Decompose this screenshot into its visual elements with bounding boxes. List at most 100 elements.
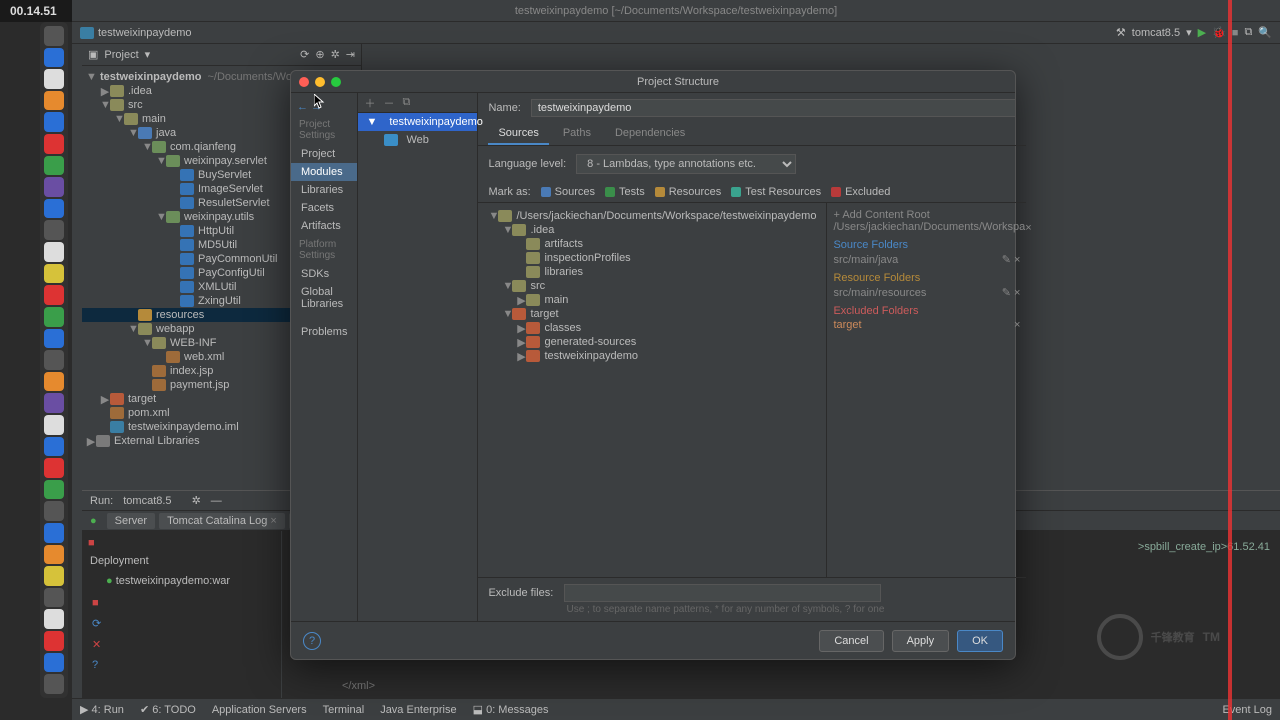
- artifact-node[interactable]: ● testweixinpaydemo:war: [86, 571, 277, 591]
- tree-item[interactable]: main: [142, 113, 166, 125]
- gear-icon[interactable]: ✲: [331, 48, 340, 61]
- stop-icon[interactable]: ■: [88, 537, 95, 549]
- dock-icon[interactable]: [44, 588, 64, 608]
- status-todo[interactable]: ✔ 6: TODO: [140, 703, 196, 716]
- close-icon[interactable]: ×: [1025, 222, 1031, 234]
- add-icon[interactable]: ＋: [364, 95, 375, 111]
- dock-icon[interactable]: [44, 220, 64, 240]
- dock-icon[interactable]: [44, 458, 64, 478]
- module-item[interactable]: ▼testweixinpaydemo: [358, 113, 477, 131]
- status-appservers[interactable]: Application Servers: [212, 704, 307, 716]
- category-project[interactable]: Project: [291, 145, 357, 163]
- tree-item[interactable]: inspectionProfiles: [544, 252, 630, 264]
- macos-dock[interactable]: [40, 22, 68, 698]
- tree-item[interactable]: .idea: [128, 85, 152, 97]
- tree-item[interactable]: com.qianfeng: [170, 141, 236, 153]
- run-config-selector[interactable]: ⚒ tomcat8.5 ▾ ▶ 🐞 ■ ⧉ 🔍: [1116, 26, 1272, 39]
- project-structure-icon[interactable]: ⧉: [1244, 26, 1252, 39]
- dock-icon[interactable]: [44, 264, 64, 284]
- back-icon[interactable]: ← →: [291, 99, 357, 115]
- tree-item[interactable]: HttpUtil: [198, 225, 234, 237]
- exc-path[interactable]: target: [833, 319, 861, 331]
- dock-icon[interactable]: [44, 674, 64, 694]
- tree-item[interactable]: pom.xml: [128, 407, 170, 419]
- dock-icon[interactable]: [44, 285, 64, 305]
- deployment-node[interactable]: Deployment: [86, 551, 277, 571]
- tree-item[interactable]: src: [530, 280, 545, 292]
- dock-icon[interactable]: [44, 307, 64, 327]
- dropdown-icon[interactable]: ▾: [145, 48, 151, 61]
- ok-button[interactable]: OK: [957, 630, 1003, 652]
- tree-item[interactable]: src: [128, 99, 143, 111]
- status-run[interactable]: ▶ 4: Run: [80, 703, 124, 716]
- status-messages[interactable]: ⬓ 0: Messages: [473, 703, 549, 716]
- dock-icon[interactable]: [44, 545, 64, 565]
- dock-icon[interactable]: [44, 26, 64, 46]
- tree-item[interactable]: .idea: [530, 224, 554, 236]
- exclude-files-input[interactable]: [564, 584, 881, 602]
- tree-root[interactable]: testweixinpaydemo: [100, 71, 201, 83]
- dock-icon[interactable]: [44, 437, 64, 457]
- add-content-root[interactable]: + Add Content Root: [833, 209, 929, 221]
- help-icon[interactable]: ?: [92, 659, 271, 671]
- tab-dependencies[interactable]: Dependencies: [605, 123, 695, 145]
- gear-icon[interactable]: ✲: [192, 494, 201, 507]
- minimize-icon[interactable]: —: [211, 495, 222, 507]
- copy-icon[interactable]: ⧉: [402, 96, 410, 109]
- tree-item[interactable]: libraries: [544, 266, 583, 278]
- tree-item[interactable]: payment.jsp: [170, 379, 229, 391]
- run-icon[interactable]: ▶: [1198, 26, 1206, 39]
- apply-button[interactable]: Apply: [892, 630, 950, 652]
- tab-paths[interactable]: Paths: [553, 123, 601, 145]
- close-icon[interactable]: ×: [1014, 287, 1020, 299]
- dock-icon[interactable]: [44, 329, 64, 349]
- dock-icon[interactable]: [44, 199, 64, 219]
- dock-icon[interactable]: [44, 523, 64, 543]
- tab-sources[interactable]: Sources: [488, 123, 548, 145]
- hide-icon[interactable]: ⇥: [346, 48, 355, 61]
- mark-resources[interactable]: Resources: [655, 186, 722, 198]
- run-tab-catalina[interactable]: Tomcat Catalina Log ×: [159, 513, 285, 529]
- edit-icon[interactable]: ✎: [1002, 254, 1011, 266]
- run-config-name[interactable]: tomcat8.5: [123, 495, 171, 507]
- language-level-select[interactable]: 8 - Lambdas, type annotations etc.: [576, 154, 796, 174]
- dock-icon[interactable]: [44, 372, 64, 392]
- dock-icon[interactable]: [44, 501, 64, 521]
- run-tab-server[interactable]: Server: [107, 513, 155, 529]
- dock-icon[interactable]: [44, 177, 64, 197]
- tree-item[interactable]: ResuletServlet: [198, 197, 270, 209]
- res-path[interactable]: src/main/resources: [833, 287, 926, 299]
- edit-icon[interactable]: ✎: [1002, 287, 1011, 299]
- dock-icon[interactable]: [44, 134, 64, 154]
- tree-item[interactable]: ImageServlet: [198, 183, 263, 195]
- collapse-icon[interactable]: ⟳: [300, 48, 309, 61]
- tree-item[interactable]: classes: [544, 322, 581, 334]
- tree-item[interactable]: weixinpay.servlet: [184, 155, 267, 167]
- remove-icon[interactable]: ■: [92, 597, 271, 609]
- tree-item[interactable]: target: [530, 308, 558, 320]
- tree-root-path[interactable]: /Users/jackiechan/Documents/Workspace/te…: [516, 210, 816, 222]
- dock-icon[interactable]: [44, 48, 64, 68]
- tree-item[interactable]: target: [128, 393, 156, 405]
- facet-item[interactable]: Web: [358, 131, 477, 149]
- tree-item[interactable]: testweixinpaydemo.iml: [128, 421, 239, 433]
- close-icon[interactable]: [299, 77, 309, 87]
- mark-sources[interactable]: Sources: [541, 186, 595, 198]
- tree-item[interactable]: PayConfigUtil: [198, 267, 265, 279]
- dock-icon[interactable]: [44, 156, 64, 176]
- dock-icon[interactable]: [44, 242, 64, 262]
- dock-icon[interactable]: [44, 631, 64, 651]
- locate-icon[interactable]: ⊕: [315, 48, 324, 61]
- content-root-tree[interactable]: ▼/Users/jackiechan/Documents/Workspace/t…: [478, 203, 826, 577]
- tree-item[interactable]: BuyServlet: [198, 169, 251, 181]
- stop-icon[interactable]: ■: [1232, 27, 1239, 39]
- category-facets[interactable]: Facets: [291, 199, 357, 217]
- tree-item[interactable]: WEB-INF: [170, 337, 216, 349]
- close-icon[interactable]: ×: [1014, 254, 1020, 266]
- tree-item[interactable]: main: [544, 294, 568, 306]
- tree-item-selected[interactable]: resources: [156, 309, 204, 321]
- minimize-icon[interactable]: [315, 77, 325, 87]
- dock-icon[interactable]: [44, 112, 64, 132]
- dock-icon[interactable]: [44, 566, 64, 586]
- tool-window-title[interactable]: Project: [104, 49, 138, 61]
